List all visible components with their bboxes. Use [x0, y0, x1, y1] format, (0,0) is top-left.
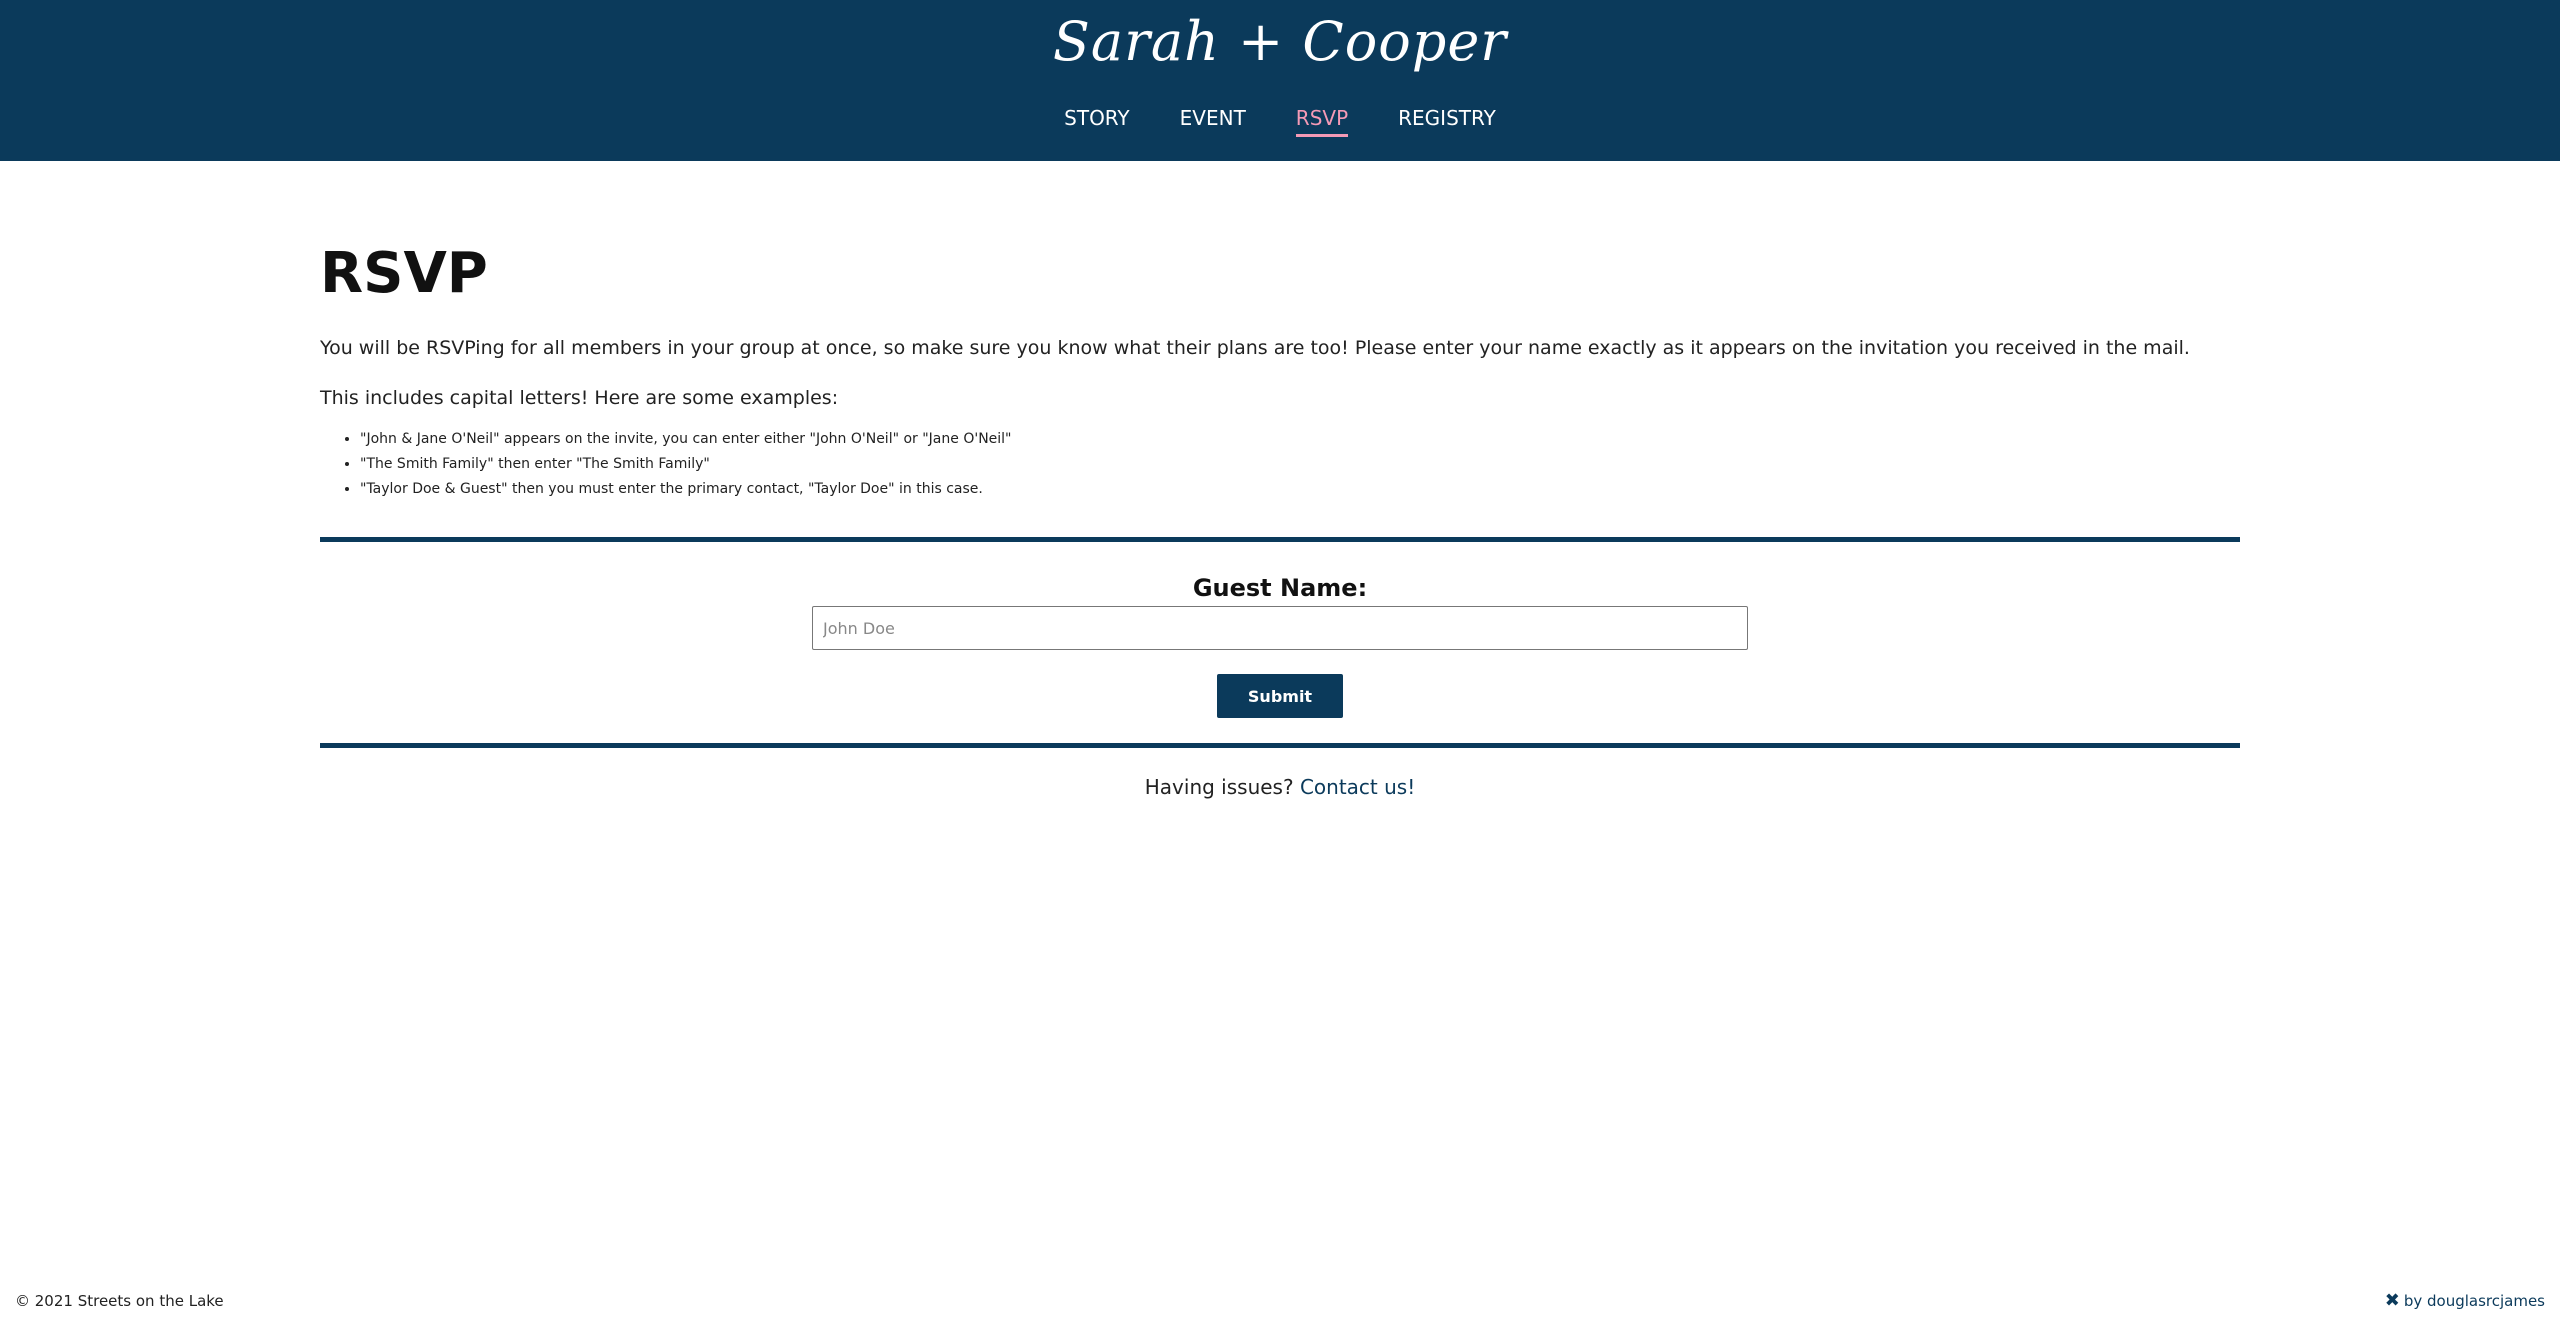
- divider: [320, 743, 2240, 748]
- examples-list: "John & Jane O'Neil" appears on the invi…: [320, 431, 2240, 497]
- help-line: Having issues? Contact us!: [0, 775, 2560, 799]
- site-brand[interactable]: Sarah + Cooper: [0, 10, 2560, 73]
- tools-icon: ✖: [2384, 1290, 2400, 1311]
- main-nav: STORY EVENT RSVP REGISTRY: [0, 106, 2560, 137]
- nav-story[interactable]: STORY: [1064, 106, 1130, 136]
- example-item: "Taylor Doe & Guest" then you must enter…: [360, 481, 2240, 497]
- help-text: Having issues?: [1144, 775, 1294, 799]
- credit-text: by douglasrcjames: [2403, 1292, 2545, 1310]
- main-content: RSVP You will be RSVPing for all members…: [320, 240, 2240, 506]
- guest-name-label: Guest Name:: [1192, 574, 1368, 602]
- nav-registry[interactable]: REGISTRY: [1398, 106, 1496, 136]
- nav-rsvp[interactable]: RSVP: [1295, 106, 1349, 137]
- credit-link[interactable]: ✖ by douglasrcjames: [2384, 1290, 2545, 1311]
- page-title: RSVP: [320, 241, 488, 306]
- contact-link[interactable]: Contact us!: [1300, 775, 1415, 799]
- intro-note: This includes capital letters! Here are …: [320, 387, 839, 410]
- divider: [320, 537, 2240, 542]
- submit-button[interactable]: Submit: [1217, 674, 1343, 718]
- guest-name-input[interactable]: [812, 606, 1748, 650]
- copyright: © 2021 Streets on the Lake: [15, 1292, 224, 1310]
- example-item: "The Smith Family" then enter "The Smith…: [360, 456, 2240, 472]
- site-header: Sarah + Cooper STORY EVENT RSVP REGISTRY: [0, 0, 2560, 161]
- nav-event[interactable]: EVENT: [1180, 106, 1246, 136]
- example-item: "John & Jane O'Neil" appears on the invi…: [360, 431, 2240, 447]
- intro-text: You will be RSVPing for all members in y…: [320, 337, 2190, 360]
